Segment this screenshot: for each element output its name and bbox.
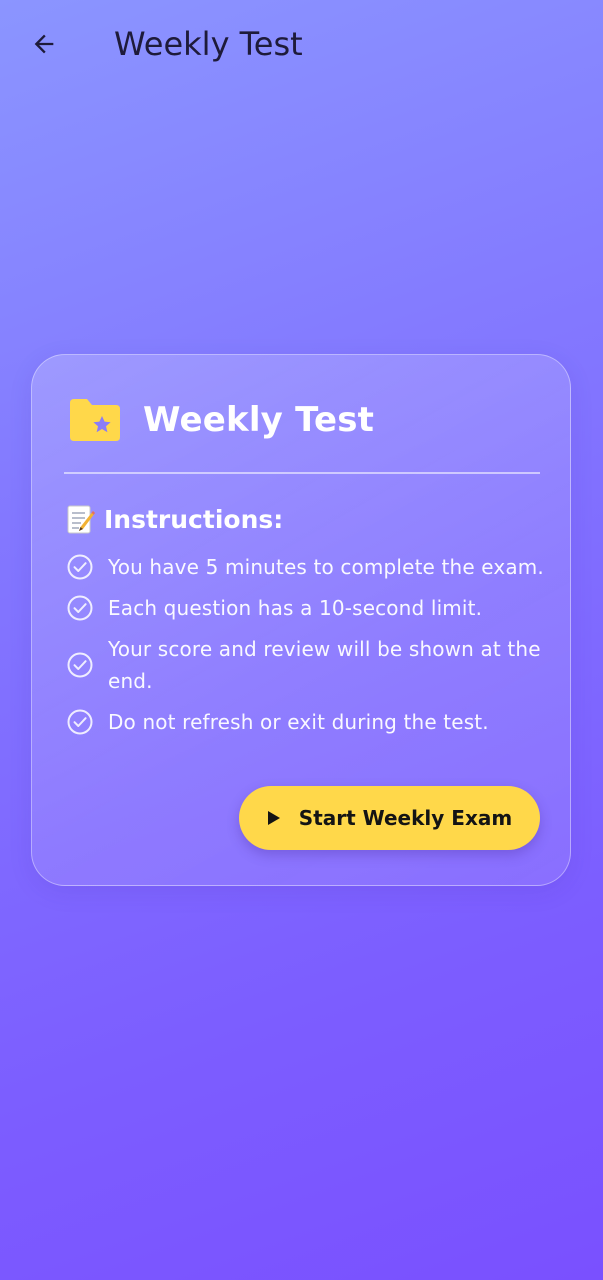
divider [64, 472, 540, 474]
check-circle-icon [67, 554, 93, 580]
folder-star-icon [70, 399, 120, 441]
list-item: Each question has a 10-second limit. [66, 592, 556, 624]
card-header: Weekly Test [67, 395, 374, 445]
app-bar: Weekly Test [0, 0, 603, 88]
start-exam-label: Start Weekly Exam [298, 806, 513, 830]
list-item: Your score and review will be shown at t… [66, 633, 556, 697]
list-item: Do not refresh or exit during the test. [66, 706, 556, 738]
instruction-text: Your score and review will be shown at t… [108, 637, 541, 693]
check-circle-icon [67, 709, 93, 735]
arrow-left-icon [34, 34, 54, 54]
play-icon [267, 811, 280, 825]
check-circle-icon [67, 595, 93, 621]
card-title: Weekly Test [143, 400, 375, 440]
test-info-card: Weekly Test Instructions: You have 5 min… [31, 354, 571, 886]
start-exam-button[interactable]: Start Weekly Exam [239, 786, 540, 850]
check-circle-icon [67, 652, 93, 678]
instructions-heading: Instructions: [66, 499, 283, 539]
instruction-text: Each question has a 10-second limit. [108, 596, 483, 620]
instruction-text: Do not refresh or exit during the test. [108, 710, 489, 734]
instructions-list: You have 5 minutes to complete the exam.… [66, 551, 556, 747]
memo-icon [67, 505, 95, 534]
list-item: You have 5 minutes to complete the exam. [66, 551, 556, 583]
page-title: Weekly Test [114, 25, 303, 63]
instructions-label: Instructions: [104, 504, 284, 534]
instruction-text: You have 5 minutes to complete the exam. [108, 555, 544, 579]
weekly-test-screen: { "app_bar": { "title": "Weekly Test", "… [0, 0, 603, 1280]
back-button[interactable] [22, 22, 66, 66]
